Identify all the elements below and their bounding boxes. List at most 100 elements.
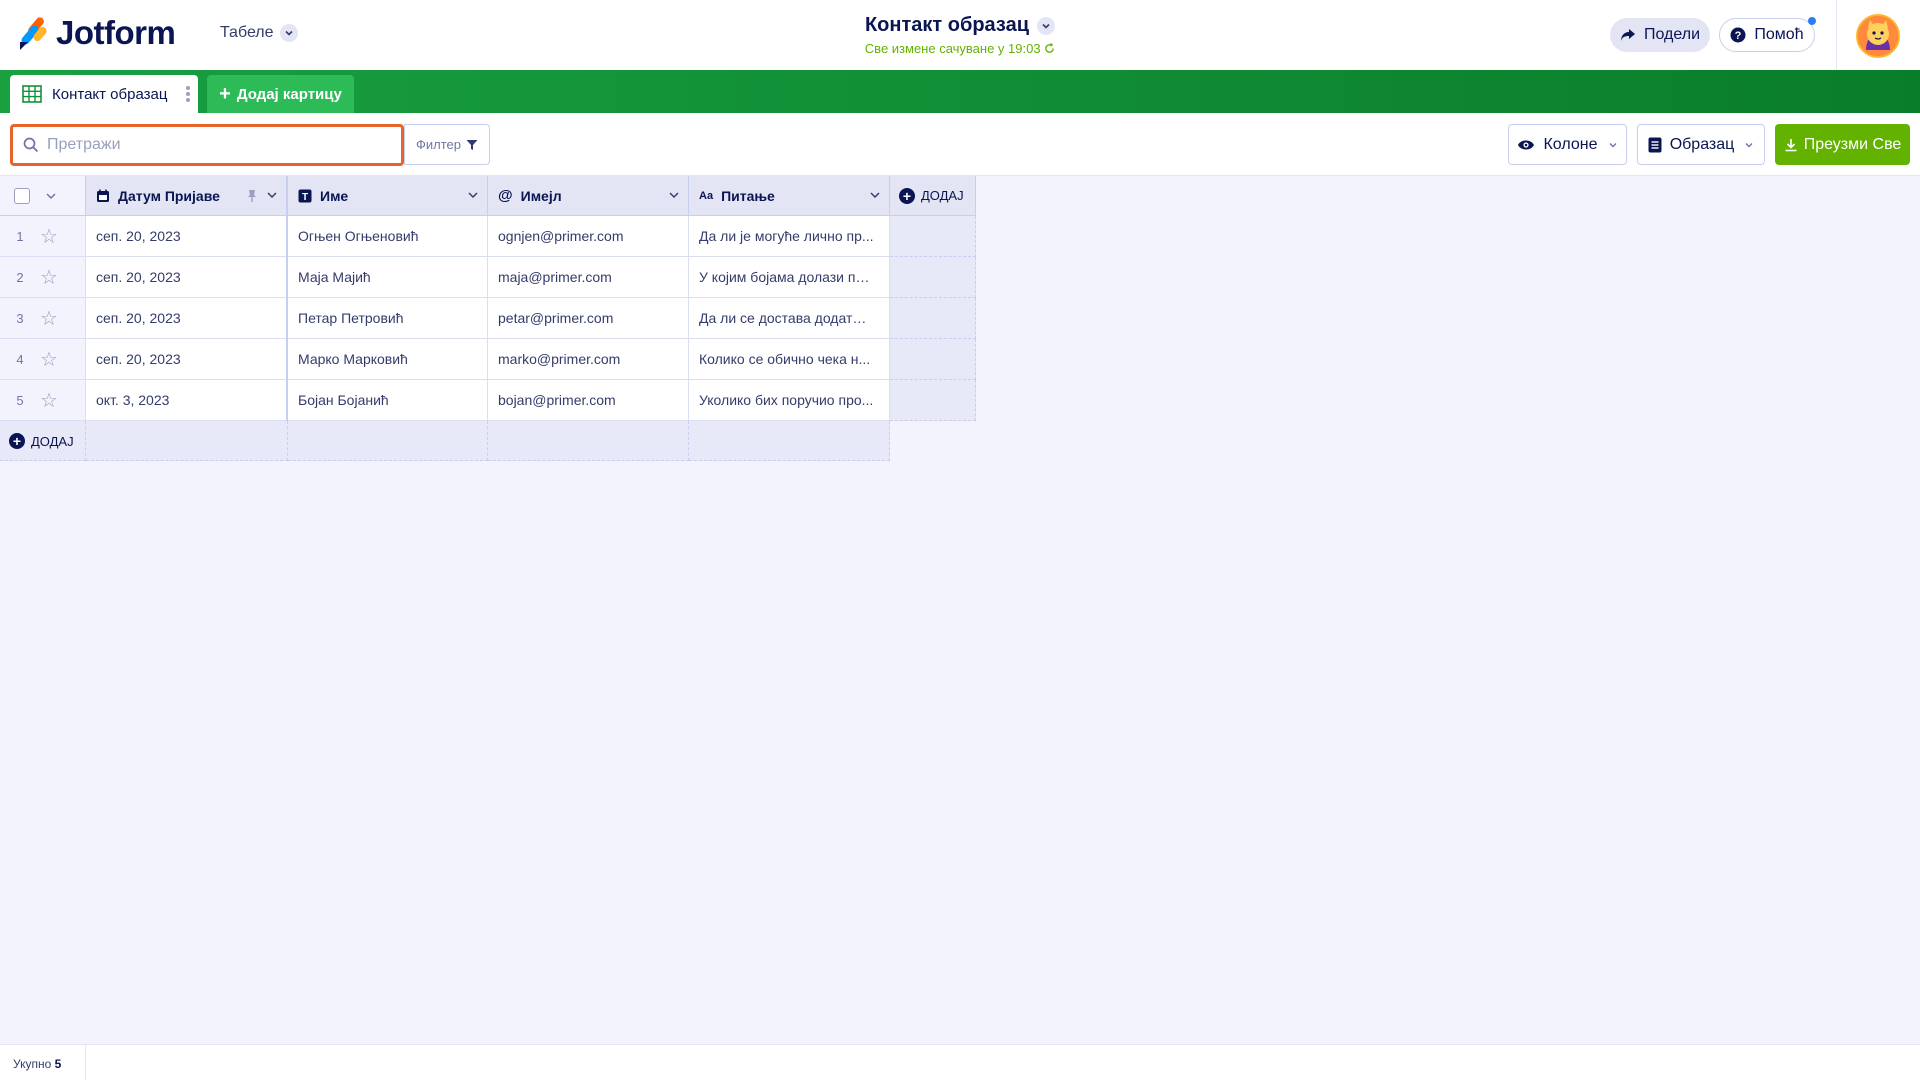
select-all-checkbox[interactable] (14, 187, 30, 204)
save-status-text: Све измене сачуване у 19:03 (864, 41, 1041, 56)
columns-label: Колоне (1543, 135, 1598, 153)
add-row-label: ДОДАЈ (31, 433, 74, 449)
download-label: Преузми Све (1803, 135, 1902, 153)
chevron-down-icon (279, 24, 298, 42)
chevron-down-icon (1745, 142, 1753, 147)
chevron-down-icon (1609, 142, 1616, 147)
row-number-cell: 2 ☆ (0, 257, 86, 298)
text-icon: T (298, 189, 312, 203)
filter-icon (466, 139, 478, 150)
tables-dropdown[interactable]: Табеле (220, 24, 298, 42)
empty-cell (890, 298, 976, 339)
download-icon (1785, 138, 1797, 151)
download-all-button[interactable]: Преузми Све (1775, 124, 1910, 165)
question-cell[interactable]: Да ли је могуће лично пр... (689, 216, 890, 257)
email-cell[interactable]: maja@primer.com (488, 257, 689, 298)
date-cell[interactable]: сеп. 20, 2023 (86, 298, 288, 339)
star-icon[interactable]: ☆ (40, 265, 58, 290)
chevron-down-icon[interactable] (266, 189, 278, 201)
chevron-down-icon[interactable] (668, 189, 680, 201)
chevron-down-icon[interactable] (45, 190, 57, 202)
refresh-icon (1045, 42, 1055, 53)
table-grid-icon (22, 85, 42, 103)
question-cell[interactable]: У којим бојама долази пр... (689, 257, 890, 298)
pin-icon[interactable] (246, 189, 258, 203)
tables-label: Табеле (220, 24, 274, 41)
add-column-button[interactable]: + ДОДАЈ (890, 176, 976, 216)
form-label: Образац (1669, 135, 1735, 153)
share-arrow-icon (1620, 29, 1635, 41)
jotform-logo-icon (20, 17, 47, 50)
date-cell[interactable]: сеп. 20, 2023 (86, 216, 288, 257)
name-cell[interactable]: Маја Мајић (288, 257, 488, 298)
columns-button[interactable]: Колоне (1508, 124, 1627, 165)
calendar-icon (97, 189, 109, 202)
title-block: Контакт образац Све измене сачуване у 19… (810, 14, 1110, 56)
add-tab-button[interactable]: + Додај картицу (207, 75, 354, 113)
date-cell[interactable]: окт. 3, 2023 (86, 380, 288, 421)
email-cell[interactable]: marko@primer.com (488, 339, 689, 380)
column-header-name[interactable]: T Име (288, 176, 488, 216)
help-button[interactable]: ? Помоћ (1719, 18, 1815, 52)
help-icon: ? (1730, 27, 1746, 43)
name-cell[interactable]: Марко Марковић (288, 339, 488, 380)
email-cell[interactable]: petar@primer.com (488, 298, 689, 339)
search-box[interactable] (10, 124, 404, 166)
tab-contact-form[interactable]: Контакт образац (10, 75, 198, 113)
column-header-submission-date[interactable]: Датум Пријаве (86, 176, 287, 216)
column-header-question[interactable]: Aa Питање (689, 176, 890, 216)
chevron-down-icon[interactable] (869, 189, 881, 201)
question-text: Уколико бих поручио про... (699, 392, 874, 408)
empty-cell (288, 421, 488, 461)
column-header-label: Имејл (520, 187, 562, 204)
tab-label: Контакт образац (52, 85, 168, 103)
star-icon[interactable]: ☆ (40, 224, 58, 249)
name-cell[interactable]: Бојан Бојанић (288, 380, 488, 421)
sheet-tab-bar: Контакт образац + Додај картицу (0, 70, 1920, 113)
star-icon[interactable]: ☆ (40, 306, 58, 331)
question-text: Да ли је могуће лично пр... (699, 228, 874, 244)
jotform-logo[interactable]: Jotform (18, 14, 176, 52)
date-cell[interactable]: сеп. 20, 2023 (86, 339, 288, 380)
user-avatar[interactable] (1856, 14, 1900, 58)
filter-label: Филтер (416, 137, 461, 152)
column-header-email[interactable]: @ Имејл (488, 176, 689, 216)
row-number: 4 (16, 351, 24, 367)
question-cell[interactable]: Колико се обично чека н... (689, 339, 890, 380)
plus-icon: + (219, 83, 231, 105)
avatar-image (1858, 16, 1898, 56)
column-header-label: Питање (721, 187, 775, 204)
star-icon[interactable]: ☆ (40, 388, 58, 413)
at-icon: @ (498, 187, 513, 204)
pinned-column-divider[interactable] (286, 176, 288, 461)
save-status: Све измене сачуване у 19:03 (810, 41, 1110, 56)
row-number: 1 (16, 228, 24, 244)
form-button[interactable]: Образац (1637, 124, 1765, 165)
name-cell[interactable]: Петар Петровић (288, 298, 488, 339)
empty-cell (890, 339, 976, 380)
add-row-button[interactable]: + ДОДАЈ (0, 421, 86, 461)
app-header: Jotform Табеле Контакт образац Све измен… (0, 0, 1920, 70)
email-cell[interactable]: bojan@primer.com (488, 380, 689, 421)
filter-button[interactable]: Филтер (404, 124, 490, 165)
share-label: Подели (1643, 26, 1701, 43)
row-number: 2 (16, 269, 24, 285)
date-cell[interactable]: сеп. 20, 2023 (86, 257, 288, 298)
share-button[interactable]: Подели (1610, 18, 1710, 52)
question-cell[interactable]: Да ли се достава додатно ... (689, 298, 890, 339)
row-number-cell: 5 ☆ (0, 380, 86, 421)
search-input[interactable] (47, 136, 377, 154)
tab-more-icon[interactable] (186, 86, 190, 102)
email-cell[interactable]: ognjen@primer.com (488, 216, 689, 257)
chevron-down-icon[interactable] (467, 189, 479, 201)
question-text: Колико се обично чека н... (699, 351, 871, 367)
form-title-dropdown[interactable]: Контакт образац (810, 14, 1110, 37)
column-header-label: Датум Пријаве (118, 187, 220, 204)
svg-text:T: T (302, 192, 308, 203)
question-cell[interactable]: Уколико бих поручио про... (689, 380, 890, 421)
star-icon[interactable]: ☆ (40, 347, 58, 372)
header-divider (1836, 0, 1837, 70)
plus-circle-icon: + (899, 187, 915, 204)
name-cell[interactable]: Огњен Огњеновић (288, 216, 488, 257)
empty-cell (890, 380, 976, 421)
